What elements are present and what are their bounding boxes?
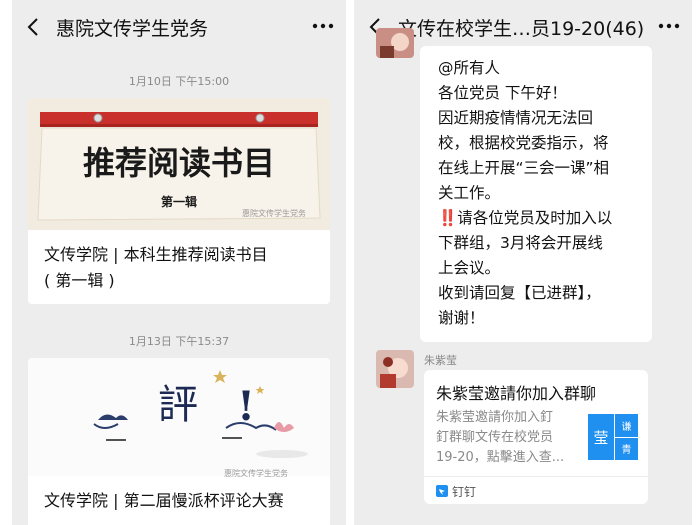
invite-description-line: 19-20，點擊進入查... <box>436 450 565 465</box>
avatar[interactable] <box>376 350 414 388</box>
message-line: 因近期疫情情况无法回 <box>438 109 594 127</box>
message-line: 收到请回复【已进群】， <box>438 284 601 302</box>
invite-description-line: 朱紫莹邀請你加入釘 <box>436 410 554 425</box>
message-line: 在线上开展“三会一课”相 <box>438 159 610 177</box>
group-chat: 文传在校学生…员19-20(46) @所有人 各位党员 下午好！ 因近期疫情情况… <box>354 0 692 525</box>
article-title: 文传学院 | 本科生推荐阅读书目 <box>44 245 268 264</box>
article-title: 文传学院 | 第二届慢派杯评论大赛 <box>44 491 284 510</box>
message-line: 下群组，3月将会开展线 <box>438 234 603 252</box>
thumbnail-side-char: 青 <box>621 445 632 457</box>
source-app-label: 钉钉 <box>452 485 477 499</box>
sender-name: 朱紫莹 <box>424 354 457 367</box>
message-line: ‼️请各位党员及时加入以 <box>438 209 613 227</box>
timestamp: 1月10日 下午15:00 <box>128 75 230 88</box>
invite-title: 朱紫莹邀請你加入群聊 <box>436 384 597 403</box>
cover-title: 評 <box>158 382 198 428</box>
top-bar: 惠院文传学生党务 <box>12 0 346 52</box>
article-title-line2: ( 第一辑 ) <box>44 271 115 290</box>
cover-watermark: 惠院文传学生党务 <box>242 209 306 218</box>
chat-title: 文传在校学生…员19-20(46) <box>398 18 645 40</box>
cover-subtitle: 第一辑 <box>161 194 197 209</box>
article-cover-image: 評 ! <box>28 358 330 476</box>
invite-description: 朱紫莹邀請你加入釘 釘群聊文传在校党员 19-20，點擊進入查... <box>436 408 564 468</box>
article-card[interactable]: 推荐阅读书目 第一辑 惠院文传学生党务 文传学院 | 本科生推荐阅读书目 ( 第… <box>28 98 330 304</box>
invite-description-line: 釘群聊文传在校党员 <box>436 430 554 445</box>
more-options-icon[interactable] <box>658 18 680 34</box>
dingtalk-icon <box>436 485 448 497</box>
thumbnail-side-char: 谦 <box>615 414 638 438</box>
message-line: 谢谢！ <box>438 309 485 327</box>
group-invite-card[interactable]: 朱紫莹邀請你加入群聊 朱紫莹邀請你加入釘 釘群聊文传在校党员 19-20，點擊進… <box>424 370 648 504</box>
message-bubble: @所有人 各位党员 下午好！ 因近期疫情情况无法回 校，根据校党委指示，将 在线… <box>420 46 652 342</box>
official-account-chat: 惠院文传学生党务 1月10日 下午15:00 推荐阅读书目 第一辑 惠院文传学生… <box>12 0 346 525</box>
cover-watermark: 惠院文传学生党务 <box>224 469 288 478</box>
cover-title: 推荐阅读书目 <box>83 144 275 182</box>
message-line: 校，根据校党委指示，将 <box>438 134 609 152</box>
message-line: 关工作。 <box>438 184 501 202</box>
timestamp: 1月13日 下午15:37 <box>128 335 230 348</box>
more-options-icon[interactable] <box>312 18 334 34</box>
divider <box>424 476 648 477</box>
article-card[interactable]: 評 ! 惠院文传学生党务 文传学院 | 第二届慢派杯评论大赛 <box>28 358 330 525</box>
group-thumbnail: 莹 谦 青 <box>588 414 638 460</box>
chat-title: 惠院文传学生党务 <box>56 18 209 40</box>
message-line: 各位党员 下午好！ <box>438 84 567 102</box>
message-line: @所有人 <box>438 59 501 77</box>
back-arrow-icon[interactable] <box>24 16 44 38</box>
avatar[interactable] <box>376 28 414 58</box>
thumbnail-char: 莹 <box>593 428 609 447</box>
message-line: 上会议。 <box>438 259 501 277</box>
